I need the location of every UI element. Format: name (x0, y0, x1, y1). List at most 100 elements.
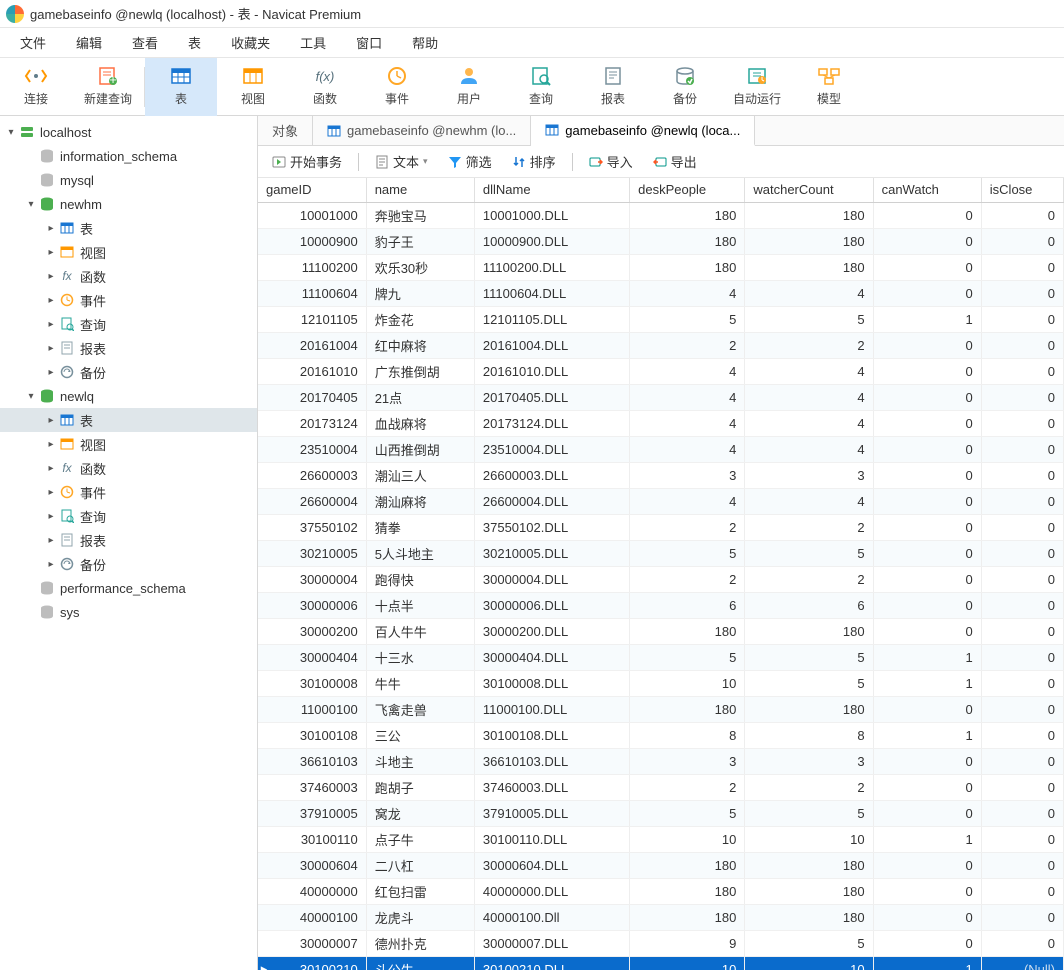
tree-toggle-icon[interactable]: ▾ (24, 199, 38, 210)
cell-isClose[interactable]: 0 (981, 566, 1063, 592)
cell-watcherCount[interactable]: 4 (745, 358, 873, 384)
cell-canWatch[interactable]: 1 (873, 306, 981, 332)
cell-canWatch[interactable]: 0 (873, 384, 981, 410)
toolbar-model[interactable]: 模型 (793, 58, 865, 116)
cell-gameID[interactable]: 30100108 (258, 722, 366, 748)
cell-deskPeople[interactable]: 5 (630, 644, 745, 670)
cell-gameID[interactable]: 30210005 (258, 540, 366, 566)
cell-canWatch[interactable]: 0 (873, 436, 981, 462)
cell-deskPeople[interactable]: 8 (630, 722, 745, 748)
cell-name[interactable]: 飞禽走兽 (366, 696, 474, 722)
cell-name[interactable]: 百人牛牛 (366, 618, 474, 644)
cell-gameID[interactable]: 11100604 (258, 280, 366, 306)
tree-toggle-icon[interactable]: ▸ (44, 559, 58, 570)
cell-name[interactable]: 牛牛 (366, 670, 474, 696)
cell-isClose[interactable]: 0 (981, 748, 1063, 774)
cell-watcherCount[interactable]: 4 (745, 410, 873, 436)
cell-canWatch[interactable]: 0 (873, 410, 981, 436)
cell-canWatch[interactable]: 0 (873, 514, 981, 540)
toolbar-report[interactable]: 报表 (577, 58, 649, 116)
cell-deskPeople[interactable]: 180 (630, 202, 745, 228)
cell-isClose[interactable]: 0 (981, 384, 1063, 410)
cell-canWatch[interactable]: 0 (873, 202, 981, 228)
cell-name[interactable]: 斗地主 (366, 748, 474, 774)
tree-查询[interactable]: ▸查询 (0, 504, 257, 528)
table-row[interactable]: 12101105炸金花12101105.DLL5510 (258, 306, 1064, 332)
menu-编辑[interactable]: 编辑 (62, 29, 116, 56)
cell-isClose[interactable]: 0 (981, 904, 1063, 930)
cell-isClose[interactable]: 0 (981, 540, 1063, 566)
table-row[interactable]: 30000604二八杠30000604.DLL18018000 (258, 852, 1064, 878)
cell-isClose[interactable]: 0 (981, 618, 1063, 644)
menu-窗口[interactable]: 窗口 (342, 29, 396, 56)
cell-deskPeople[interactable]: 4 (630, 410, 745, 436)
tree-toggle-icon[interactable]: ▸ (44, 439, 58, 450)
tree-函数[interactable]: ▸fx函数 (0, 456, 257, 480)
begin-transaction-button[interactable]: 开始事务 (266, 149, 348, 174)
cell-gameID[interactable]: 30000200 (258, 618, 366, 644)
tree-表[interactable]: ▸表 (0, 408, 257, 432)
cell-gameID[interactable]: 30000007 (258, 930, 366, 956)
cell-name[interactable]: 十点半 (366, 592, 474, 618)
cell-dllName[interactable]: 30000004.DLL (474, 566, 629, 592)
cell-name[interactable]: 斗公牛 (366, 956, 474, 970)
cell-name[interactable]: 十三水 (366, 644, 474, 670)
table-row[interactable]: 40000100龙虎斗40000100.Dll18018000 (258, 904, 1064, 930)
cell-deskPeople[interactable]: 180 (630, 696, 745, 722)
column-isClose[interactable]: isClose (981, 178, 1063, 202)
toolbar-autorun[interactable]: 自动运行 (721, 58, 793, 116)
table-row[interactable]: 11100604牌九11100604.DLL4400 (258, 280, 1064, 306)
table-row[interactable]: 10000900豹子王10000900.DLL18018000 (258, 228, 1064, 254)
tab[interactable]: gamebaseinfo @newhm (lo... (313, 116, 531, 145)
cell-canWatch[interactable]: 0 (873, 748, 981, 774)
column-watcherCount[interactable]: watcherCount (745, 178, 873, 202)
cell-watcherCount[interactable]: 5 (745, 644, 873, 670)
cell-name[interactable]: 红中麻将 (366, 332, 474, 358)
column-gameID[interactable]: gameID (258, 178, 366, 202)
cell-deskPeople[interactable]: 4 (630, 358, 745, 384)
cell-watcherCount[interactable]: 5 (745, 800, 873, 826)
table-row[interactable]: 26600004潮汕麻将26600004.DLL4400 (258, 488, 1064, 514)
cell-deskPeople[interactable]: 4 (630, 488, 745, 514)
cell-deskPeople[interactable]: 180 (630, 852, 745, 878)
cell-gameID[interactable]: 20161010 (258, 358, 366, 384)
tree-newhm[interactable]: ▾newhm (0, 192, 257, 216)
cell-deskPeople[interactable]: 5 (630, 540, 745, 566)
cell-dllName[interactable]: 40000100.Dll (474, 904, 629, 930)
cell-canWatch[interactable]: 1 (873, 670, 981, 696)
cell-deskPeople[interactable]: 5 (630, 800, 745, 826)
table-row[interactable]: 26600003潮汕三人26600003.DLL3300 (258, 462, 1064, 488)
cell-isClose[interactable]: 0 (981, 358, 1063, 384)
table-row[interactable]: 37550102猜拳37550102.DLL2200 (258, 514, 1064, 540)
cell-isClose[interactable]: 0 (981, 280, 1063, 306)
cell-isClose[interactable]: 0 (981, 306, 1063, 332)
menu-收藏夹[interactable]: 收藏夹 (217, 29, 284, 56)
cell-watcherCount[interactable]: 5 (745, 306, 873, 332)
cell-canWatch[interactable]: 0 (873, 696, 981, 722)
cell-canWatch[interactable]: 0 (873, 488, 981, 514)
column-name[interactable]: name (366, 178, 474, 202)
cell-dllName[interactable]: 30100210.DLL (474, 956, 629, 970)
table-row[interactable]: 11000100飞禽走兽11000100.DLL18018000 (258, 696, 1064, 722)
cell-canWatch[interactable]: 0 (873, 774, 981, 800)
cell-dllName[interactable]: 30100110.DLL (474, 826, 629, 852)
cell-name[interactable]: 二八杠 (366, 852, 474, 878)
column-canWatch[interactable]: canWatch (873, 178, 981, 202)
cell-dllName[interactable]: 12101105.DLL (474, 306, 629, 332)
cell-deskPeople[interactable]: 3 (630, 462, 745, 488)
cell-isClose[interactable]: 0 (981, 462, 1063, 488)
cell-watcherCount[interactable]: 2 (745, 566, 873, 592)
table-row[interactable]: 10001000奔驰宝马10001000.DLL18018000 (258, 202, 1064, 228)
cell-dllName[interactable]: 30000604.DLL (474, 852, 629, 878)
cell-gameID[interactable]: 30100008 (258, 670, 366, 696)
toolbar-user[interactable]: 用户 (433, 58, 505, 116)
toolbar-backup[interactable]: 备份 (649, 58, 721, 116)
table-row[interactable]: 30100108三公30100108.DLL8810 (258, 722, 1064, 748)
cell-dllName[interactable]: 10000900.DLL (474, 228, 629, 254)
cell-gameID[interactable]: 20161004 (258, 332, 366, 358)
cell-gameID[interactable]: 26600004 (258, 488, 366, 514)
cell-watcherCount[interactable]: 4 (745, 384, 873, 410)
cell-canWatch[interactable]: 1 (873, 826, 981, 852)
cell-isClose[interactable]: 0 (981, 514, 1063, 540)
cell-gameID[interactable]: 36610103 (258, 748, 366, 774)
